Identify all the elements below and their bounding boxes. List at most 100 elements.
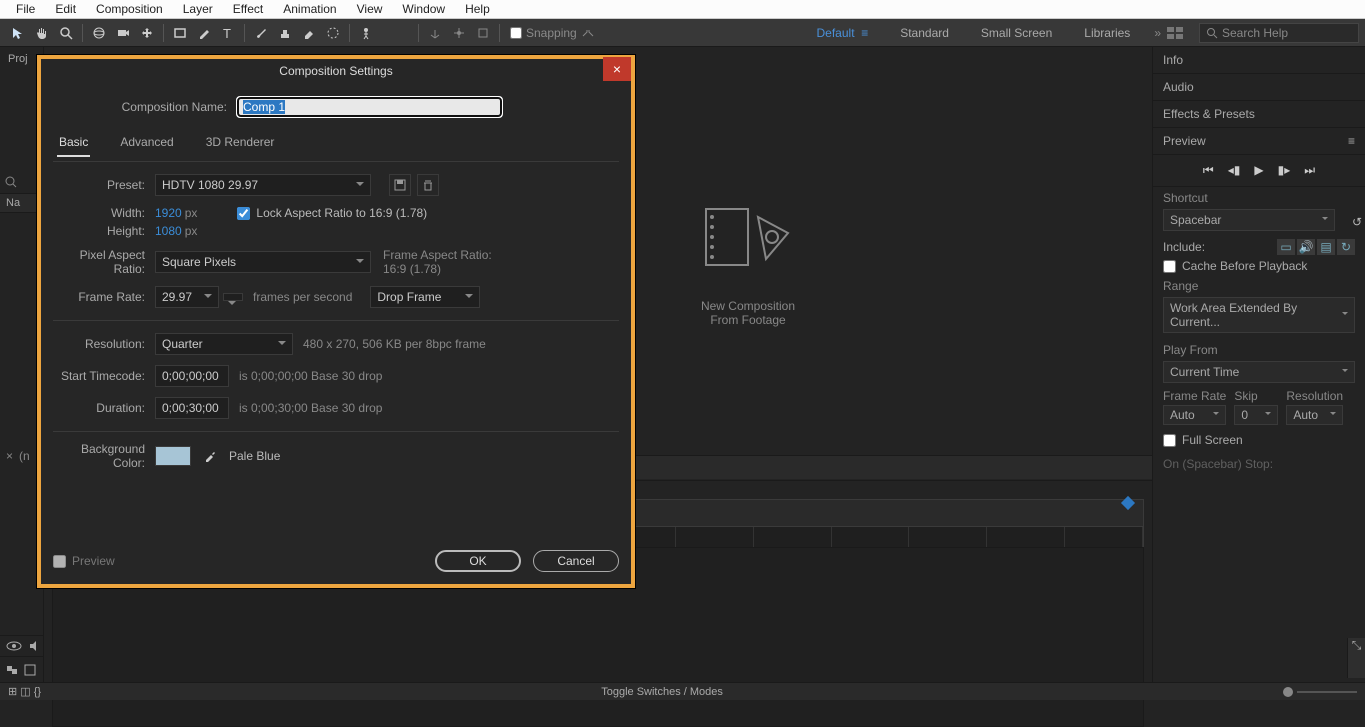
- bg-color-swatch[interactable]: [155, 446, 191, 466]
- puppet-tool-icon[interactable]: [355, 22, 377, 44]
- last-frame-icon[interactable]: ⏭: [1304, 163, 1315, 178]
- save-preset-button[interactable]: [389, 174, 411, 196]
- rect-tool-icon[interactable]: [169, 22, 191, 44]
- panel-audio[interactable]: Audio: [1153, 74, 1365, 101]
- fps-value-select[interactable]: 29.97: [155, 286, 219, 308]
- fullscreen-toggle[interactable]: Full Screen: [1153, 431, 1365, 449]
- cancel-button[interactable]: Cancel: [533, 550, 619, 572]
- panel-effects-presets[interactable]: Effects & Presets: [1153, 101, 1365, 128]
- panel-grid-icon[interactable]: [1167, 27, 1183, 39]
- new-comp-from-footage-tile[interactable]: New Composition From Footage: [688, 197, 808, 327]
- resolution-select[interactable]: Auto: [1286, 405, 1343, 425]
- current-time-indicator[interactable]: [1121, 496, 1135, 510]
- snapping-toggle[interactable]: Snapping: [510, 26, 595, 40]
- menu-layer[interactable]: Layer: [173, 2, 223, 16]
- brush-tool-icon[interactable]: [250, 22, 272, 44]
- width-value[interactable]: 1920: [155, 206, 182, 220]
- framerate-select[interactable]: Auto: [1163, 405, 1226, 425]
- include-audio-icon[interactable]: 🔊: [1297, 239, 1315, 255]
- view-axis-icon[interactable]: [472, 22, 494, 44]
- lock-aspect-ratio[interactable]: Lock Aspect Ratio to 16:9 (1.78): [237, 206, 427, 220]
- interpret-icon[interactable]: [24, 664, 36, 676]
- include-loop-icon[interactable]: ↻: [1337, 239, 1355, 255]
- menu-effect[interactable]: Effect: [223, 2, 273, 16]
- workspace-default[interactable]: Default ≡: [801, 19, 885, 46]
- zoom-slider-knob[interactable]: [1283, 687, 1293, 697]
- skip-select[interactable]: 0: [1234, 405, 1278, 425]
- panel-menu-icon[interactable]: ≡: [1348, 134, 1355, 148]
- eye-icon[interactable]: [6, 641, 22, 651]
- dialog-titlebar[interactable]: Composition Settings ×: [41, 59, 631, 83]
- first-frame-icon[interactable]: ⏮: [1203, 163, 1214, 178]
- lock-aspect-checkbox[interactable]: [237, 207, 250, 220]
- clone-tool-icon[interactable]: [274, 22, 296, 44]
- playfrom-select[interactable]: Current Time: [1163, 361, 1355, 383]
- close-icon[interactable]: ×: [6, 449, 13, 463]
- prev-frame-icon[interactable]: ◂▮: [1228, 163, 1241, 178]
- duration-input[interactable]: 0;00;30;00: [155, 397, 229, 419]
- hand-tool-icon[interactable]: [31, 22, 53, 44]
- panel-preview[interactable]: Preview≡: [1153, 128, 1365, 155]
- comp-name-input[interactable]: [237, 97, 502, 117]
- resolution-select[interactable]: Quarter: [155, 333, 293, 355]
- cache-checkbox[interactable]: [1163, 260, 1176, 273]
- menu-composition[interactable]: Composition: [86, 2, 173, 16]
- pen-tool-icon[interactable]: [193, 22, 215, 44]
- height-value[interactable]: 1080: [155, 224, 182, 238]
- eyedropper-icon[interactable]: [199, 445, 221, 467]
- delete-preset-button[interactable]: [417, 174, 439, 196]
- pan-behind-tool-icon[interactable]: [136, 22, 158, 44]
- fps-stepper[interactable]: [223, 293, 243, 301]
- expand-icon[interactable]: ⊞: [8, 685, 17, 698]
- roto-tool-icon[interactable]: [322, 22, 344, 44]
- panel-info[interactable]: Info: [1153, 47, 1365, 74]
- menu-animation[interactable]: Animation: [273, 2, 346, 16]
- side-handle-icon[interactable]: ⤡: [1347, 638, 1365, 678]
- cache-before-playback[interactable]: Cache Before Playback: [1153, 257, 1365, 275]
- start-timecode-input[interactable]: 0;00;00;00: [155, 365, 229, 387]
- range-label: Range: [1153, 275, 1365, 295]
- preset-select[interactable]: HDTV 1080 29.97: [155, 174, 371, 196]
- fps-dropframe-select[interactable]: Drop Frame: [370, 286, 480, 308]
- speaker-icon[interactable]: [28, 640, 42, 652]
- tab-advanced[interactable]: Advanced: [118, 133, 175, 157]
- workspace-standard[interactable]: Standard: [884, 19, 965, 46]
- ok-button[interactable]: OK: [435, 550, 521, 572]
- text-tool-icon[interactable]: T: [217, 22, 239, 44]
- menu-file[interactable]: File: [6, 2, 45, 16]
- camera-tool-icon[interactable]: [112, 22, 134, 44]
- menu-help[interactable]: Help: [455, 2, 500, 16]
- menu-view[interactable]: View: [347, 2, 393, 16]
- include-video-icon[interactable]: ▭: [1277, 239, 1295, 255]
- reset-icon[interactable]: ↺: [1349, 214, 1365, 230]
- shortcut-select[interactable]: Spacebar: [1163, 209, 1335, 231]
- render-queue-icon[interactable]: ◫: [20, 685, 30, 698]
- menu-edit[interactable]: Edit: [45, 2, 86, 16]
- orbit-tool-icon[interactable]: [88, 22, 110, 44]
- zoom-tool-icon[interactable]: [55, 22, 77, 44]
- local-axis-icon[interactable]: [424, 22, 446, 44]
- brackets-icon[interactable]: {}: [34, 686, 41, 698]
- workspace-libraries[interactable]: Libraries: [1068, 19, 1146, 46]
- range-select[interactable]: Work Area Extended By Current...: [1163, 297, 1355, 333]
- bin-icon[interactable]: [6, 664, 18, 676]
- toggle-switches-modes[interactable]: Toggle Switches / Modes: [601, 686, 723, 698]
- workspace-small-screen[interactable]: Small Screen: [965, 19, 1068, 46]
- par-select[interactable]: Square Pixels: [155, 251, 371, 273]
- tab-3d-renderer[interactable]: 3D Renderer: [204, 133, 277, 157]
- snapping-checkbox[interactable]: [510, 27, 522, 39]
- preview-toggle[interactable]: Preview: [53, 554, 115, 568]
- tab-basic[interactable]: Basic: [57, 133, 90, 157]
- selection-tool-icon[interactable]: [7, 22, 29, 44]
- play-icon[interactable]: ▶: [1254, 163, 1263, 178]
- eraser-tool-icon[interactable]: [298, 22, 320, 44]
- world-axis-icon[interactable]: [448, 22, 470, 44]
- search-help-input[interactable]: Search Help: [1199, 23, 1359, 43]
- dialog-close-button[interactable]: ×: [603, 57, 631, 81]
- include-overlays-icon[interactable]: ▤: [1317, 239, 1335, 255]
- overflow-icon[interactable]: »: [1154, 26, 1161, 40]
- resolution-label: Resolution: [1286, 389, 1343, 403]
- menu-window[interactable]: Window: [392, 2, 455, 16]
- fullscreen-checkbox[interactable]: [1163, 434, 1176, 447]
- next-frame-icon[interactable]: ▮▸: [1278, 163, 1291, 178]
